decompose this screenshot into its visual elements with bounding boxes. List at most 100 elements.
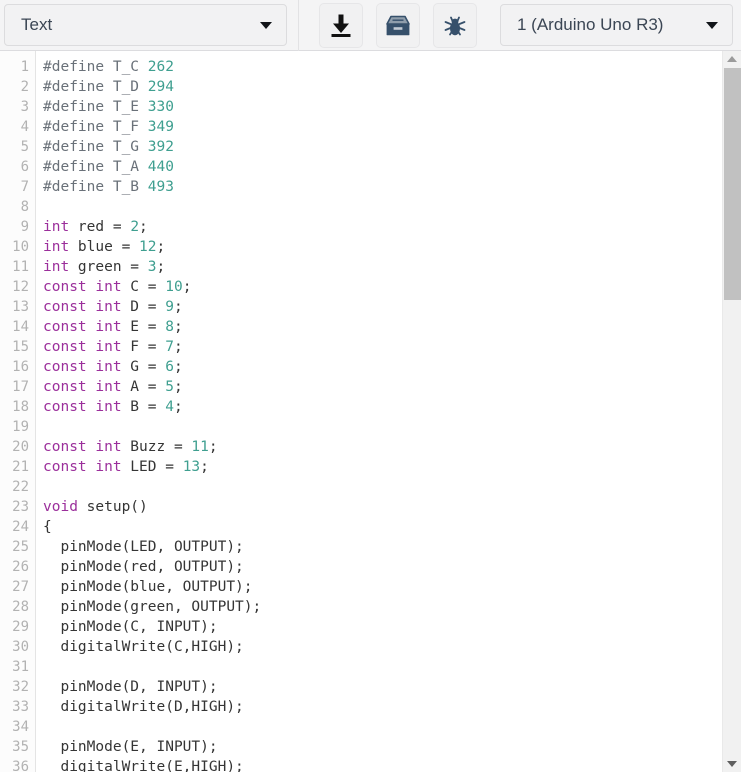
- scrollbar-thumb[interactable]: [724, 68, 741, 300]
- download-button[interactable]: [319, 3, 363, 48]
- code-token: const int: [43, 359, 122, 375]
- code-token: pinMode(blue, OUTPUT);: [43, 579, 253, 595]
- code-token: ;: [156, 239, 166, 255]
- line-number: 4: [20, 119, 29, 135]
- line-number: 17: [12, 379, 29, 395]
- code-token: 330: [147, 99, 174, 115]
- line-number: 36: [12, 759, 29, 772]
- code-token: green =: [69, 259, 148, 275]
- line-number-list: 1 2 3 4 5 6 7 8 9 10 11 12 13 14 15 16 17 18 19 20 21 22 23 24 2…: [0, 51, 35, 772]
- line-number: 12: [12, 279, 29, 295]
- code-token: 349: [147, 119, 174, 135]
- scroll-up-button[interactable]: [723, 51, 741, 67]
- code-token: 8: [165, 319, 174, 335]
- line-number: 10: [12, 239, 29, 255]
- line-number: 34: [12, 719, 29, 735]
- code-line[interactable]: digitalWrite(C,HIGH);: [37, 637, 722, 657]
- code-line[interactable]: const int E = 8;: [37, 317, 722, 337]
- code-line[interactable]: int green = 3;: [37, 257, 722, 277]
- code-token: 440: [147, 159, 174, 175]
- code-line[interactable]: #define T_G 392: [37, 137, 722, 157]
- code-line[interactable]: pinMode(blue, OUTPUT);: [37, 577, 722, 597]
- code-line[interactable]: {: [37, 517, 722, 537]
- code-line[interactable]: pinMode(E, INPUT);: [37, 737, 722, 757]
- debug-button[interactable]: [433, 3, 477, 48]
- code-token: ;: [156, 259, 166, 275]
- code-token: 493: [147, 179, 174, 195]
- code-line[interactable]: #define T_E 330: [37, 97, 722, 117]
- line-number: 20: [12, 439, 29, 455]
- code-line[interactable]: int blue = 12;: [37, 237, 722, 257]
- board-dropdown[interactable]: 1 (Arduino Uno R3): [500, 4, 733, 46]
- code-line[interactable]: #define T_A 440: [37, 157, 722, 177]
- code-line[interactable]: [37, 657, 722, 677]
- code-token: pinMode(C, INPUT);: [43, 619, 218, 635]
- code-token: pinMode(green, OUTPUT);: [43, 599, 262, 615]
- file-type-dropdown[interactable]: Text: [4, 4, 287, 46]
- code-token: C =: [121, 279, 166, 295]
- code-token: 11: [191, 439, 209, 455]
- code-line[interactable]: [37, 197, 722, 217]
- code-token: 2: [130, 219, 140, 235]
- line-number: 35: [12, 739, 29, 755]
- line-number: 7: [20, 179, 29, 195]
- code-line[interactable]: const int G = 6;: [37, 357, 722, 377]
- scroll-down-button[interactable]: [723, 756, 741, 772]
- code-line[interactable]: const int A = 5;: [37, 377, 722, 397]
- code-token: F =: [121, 339, 166, 355]
- code-token: digitalWrite(D,HIGH);: [43, 699, 244, 715]
- code-token: blue =: [69, 239, 140, 255]
- code-token: digitalWrite(E,HIGH);: [43, 759, 244, 772]
- code-line[interactable]: #define T_F 349: [37, 117, 722, 137]
- code-line[interactable]: pinMode(LED, OUTPUT);: [37, 537, 722, 557]
- line-number: 1: [20, 59, 29, 75]
- code-line[interactable]: const int B = 4;: [37, 397, 722, 417]
- code-line[interactable]: void setup(): [37, 497, 722, 517]
- triangle-up-icon: [727, 56, 737, 62]
- code-line[interactable]: pinMode(red, OUTPUT);: [37, 557, 722, 577]
- code-token: red =: [69, 219, 131, 235]
- code-editor[interactable]: 1 2 3 4 5 6 7 8 9 10 11 12 13 14 15 16 17 18 19 20 21 22 23 24 2…: [0, 51, 741, 772]
- code-line[interactable]: [37, 417, 722, 437]
- code-token: const int: [43, 339, 122, 355]
- code-line[interactable]: [37, 717, 722, 737]
- code-line[interactable]: pinMode(C, INPUT);: [37, 617, 722, 637]
- code-line[interactable]: pinMode(D, INPUT);: [37, 677, 722, 697]
- vertical-scrollbar[interactable]: [722, 51, 741, 772]
- code-token: const int: [43, 319, 122, 335]
- code-line[interactable]: const int LED = 13;: [37, 457, 722, 477]
- code-line[interactable]: digitalWrite(E,HIGH);: [37, 757, 722, 772]
- code-line[interactable]: [37, 477, 722, 497]
- code-token: 3: [147, 259, 157, 275]
- code-token: const int: [43, 459, 122, 475]
- library-button[interactable]: [376, 3, 420, 48]
- code-token: 12: [139, 239, 157, 255]
- code-line[interactable]: #define T_C 262: [37, 57, 722, 77]
- line-number: 30: [12, 639, 29, 655]
- code-token: LED =: [121, 459, 183, 475]
- line-number: 24: [12, 519, 29, 535]
- code-token: const int: [43, 279, 122, 295]
- code-line[interactable]: pinMode(green, OUTPUT);: [37, 597, 722, 617]
- code-token: ;: [173, 299, 183, 315]
- code-line[interactable]: int red = 2;: [37, 217, 722, 237]
- code-line[interactable]: #define T_B 493: [37, 177, 722, 197]
- line-number: 9: [20, 219, 29, 235]
- line-number: 16: [12, 359, 29, 375]
- line-number: 32: [12, 679, 29, 695]
- code-token: 262: [147, 59, 174, 75]
- code-line[interactable]: const int F = 7;: [37, 337, 722, 357]
- code-line[interactable]: #define T_D 294: [37, 77, 722, 97]
- code-token: Buzz =: [121, 439, 192, 455]
- code-line[interactable]: const int C = 10;: [37, 277, 722, 297]
- code-line[interactable]: const int D = 9;: [37, 297, 722, 317]
- code-token: void: [43, 499, 78, 515]
- code-line[interactable]: digitalWrite(D,HIGH);: [37, 697, 722, 717]
- code-content[interactable]: #define T_C 262 #define T_D 294 #define T_…: [37, 51, 722, 772]
- line-number: 6: [20, 159, 29, 175]
- code-line[interactable]: const int Buzz = 11;: [37, 437, 722, 457]
- code-token: ;: [208, 439, 218, 455]
- code-token: #define T_F: [43, 119, 148, 135]
- code-token: #define T_A: [43, 159, 148, 175]
- code-token: 9: [165, 299, 174, 315]
